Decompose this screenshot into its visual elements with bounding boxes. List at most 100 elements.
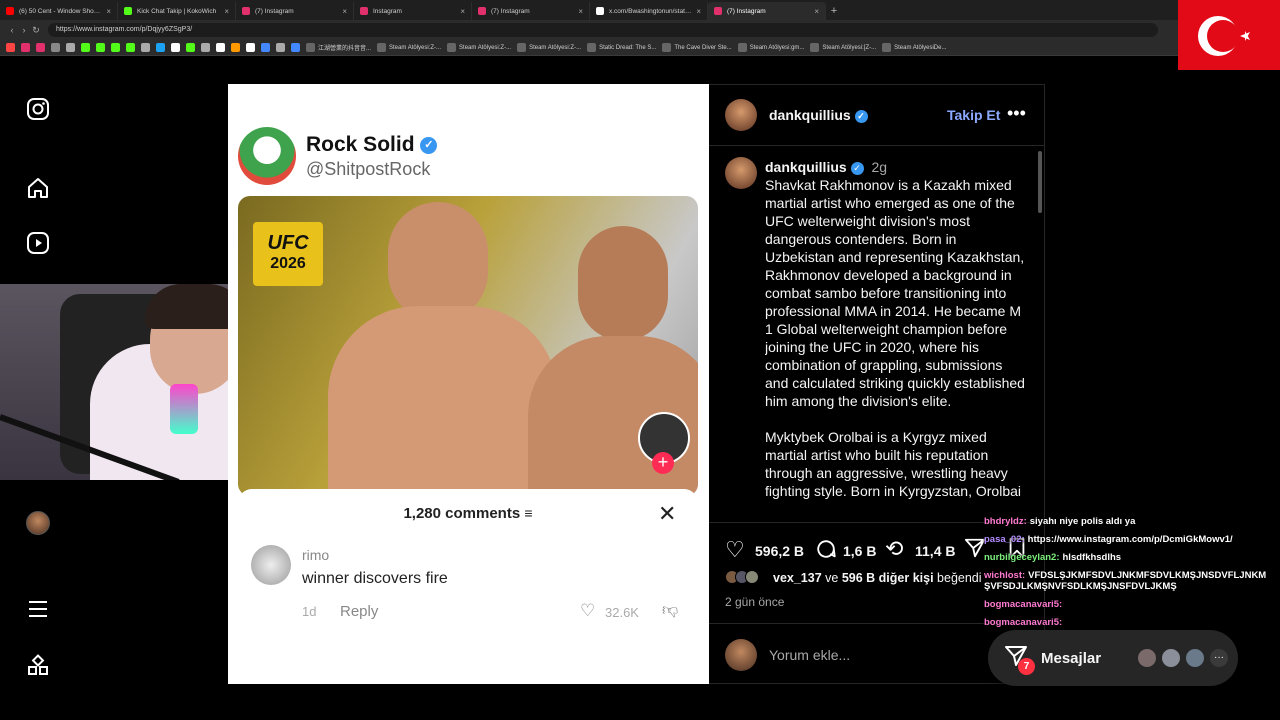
bookmark-item[interactable]: Steam Atölyesi:Z-... — [447, 43, 511, 52]
commenter-avatar[interactable] — [251, 545, 291, 585]
repost-icon[interactable]: ⟲ — [885, 536, 903, 562]
follow-button[interactable]: Takip Et — [947, 107, 1000, 123]
browser-tab[interactable]: (7) Instagram × — [472, 2, 590, 20]
more-options-icon[interactable]: ••• — [1007, 103, 1026, 124]
tab-close-icon[interactable]: × — [696, 7, 701, 16]
tab-close-icon[interactable]: × — [814, 7, 819, 16]
fighter-left-body — [328, 306, 558, 496]
bookmark-favicon-icon — [662, 43, 672, 52]
bookmark-favicon-icon[interactable] — [36, 43, 45, 52]
browser-tab[interactable]: (6) 50 Cent - Window Shopper (Ex... × — [0, 2, 118, 20]
bookmark-favicon-icon[interactable] — [81, 43, 90, 52]
bookmark-favicon-icon[interactable] — [261, 43, 270, 52]
tab-title: Instagram — [373, 7, 402, 15]
bookmark-item[interactable]: Static Dread: The S... — [587, 43, 656, 52]
home-icon[interactable] — [24, 174, 52, 202]
tab-close-icon[interactable]: × — [106, 7, 111, 16]
verified-badge-icon: ✓ — [850, 161, 864, 175]
tab-title: (7) Instagram — [491, 7, 530, 15]
forward-icon[interactable]: › — [18, 25, 30, 35]
bookmark-favicon-icon[interactable] — [156, 43, 165, 52]
messages-badge: 7 — [1018, 658, 1035, 675]
tweet-handle: @ShitpostRock — [306, 159, 431, 179]
bookmark-favicon-icon[interactable] — [291, 43, 300, 52]
caption-avatar[interactable] — [725, 157, 757, 189]
turkish-flag-icon — [1178, 0, 1280, 70]
bookmark-favicon-icon[interactable] — [276, 43, 285, 52]
chat-text: https://www.instagram.com/p/DcmiGkMowv1/ — [1027, 534, 1233, 545]
bookmark-favicon-icon[interactable] — [231, 43, 240, 52]
reload-icon[interactable]: ↻ — [30, 25, 42, 36]
bookmark-item[interactable]: Steam Atölyesi:[Z-... — [810, 43, 876, 52]
like-icon[interactable]: ♡ — [725, 537, 745, 563]
bookmark-favicon-icon[interactable] — [171, 43, 180, 52]
caption-scrollbar[interactable] — [1038, 151, 1042, 213]
bookmark-label: Steam AtölyesiDe... — [894, 44, 947, 51]
back-icon[interactable]: ‹ — [6, 25, 18, 35]
bookmark-favicon-icon — [882, 43, 892, 52]
profile-avatar[interactable] — [24, 509, 52, 537]
bookmark-favicon-icon[interactable] — [51, 43, 60, 52]
bookmark-favicon-icon[interactable] — [111, 43, 120, 52]
chat-message: wichlost: VFDSLŞJKMFSDVLJNKMFSDVLKMŞJNSDV… — [984, 570, 1276, 592]
browser-tab[interactable]: Instagram × — [354, 2, 472, 20]
url-input[interactable]: https://www.instagram.com/p/Dqjyy6ZSgP3/ — [48, 23, 1158, 37]
chat-username: pasa_02: — [984, 534, 1025, 545]
bookmark-label: Steam Atölyesi:Z-... — [459, 44, 512, 51]
browser-tab[interactable]: (7) Instagram × — [708, 2, 826, 20]
tab-close-icon[interactable]: × — [342, 7, 347, 16]
comment-icon[interactable] — [815, 538, 837, 565]
instagram-logo-icon[interactable] — [24, 95, 52, 123]
close-icon[interactable]: ✕ — [658, 501, 676, 527]
messages-button[interactable]: 7 Mesajlar ··· — [988, 630, 1238, 686]
bookmark-favicon-icon — [517, 43, 527, 52]
reels-icon[interactable] — [24, 229, 52, 257]
bookmark-favicon-icon[interactable] — [186, 43, 195, 52]
reply-button[interactable]: Reply — [340, 603, 378, 620]
comment-like-icon[interactable]: ♡ — [580, 601, 595, 621]
bookmark-favicon-icon[interactable] — [6, 43, 15, 52]
browser-tab[interactable]: x.com/Bwashingtonun/status/20f... × — [590, 2, 708, 20]
new-tab-button[interactable]: + — [826, 2, 842, 20]
bookmark-item[interactable]: 江湖營業的抖音音... — [306, 43, 371, 52]
bookmark-favicon-icon[interactable] — [141, 43, 150, 52]
bookmark-favicon-icon — [447, 43, 457, 52]
post-date[interactable]: 2 gün önce — [725, 595, 784, 609]
tab-close-icon[interactable]: × — [224, 7, 229, 16]
liked-by-count[interactable]: 596 B diğer kişi — [842, 571, 934, 585]
add-comment-input[interactable]: Yorum ekle... — [769, 647, 850, 663]
author-avatar[interactable] — [725, 99, 757, 131]
caption-username[interactable]: dankquillius — [765, 159, 847, 175]
bookmark-favicon-icon[interactable] — [21, 43, 30, 52]
bookmark-item[interactable]: Steam Atölyesi:gm... — [737, 43, 805, 52]
follow-plus-icon[interactable]: + — [652, 452, 674, 474]
bookmark-item[interactable]: The Cave Diver Ste... — [662, 43, 732, 52]
bookmark-favicon-icon[interactable] — [66, 43, 75, 52]
bookmark-favicon-icon[interactable] — [246, 43, 255, 52]
commenter-username[interactable]: rimo — [302, 547, 329, 563]
bookmark-item[interactable]: Steam Atölyesi:Z-... — [377, 43, 441, 52]
browser-tab[interactable]: (7) Instagram × — [236, 2, 354, 20]
caption-time: 2g — [871, 159, 888, 175]
tab-title: (6) 50 Cent - Window Shopper (Ex... — [19, 7, 102, 15]
dislike-icon[interactable]: 👎︎ — [662, 601, 678, 620]
bookmark-favicon-icon[interactable] — [96, 43, 105, 52]
fighters-image: UFC 2026 + — [238, 196, 698, 496]
browser-tab[interactable]: Kick Chat Takip | KokoWich × — [118, 2, 236, 20]
liked-by-text: vex_137 ve 596 B diğer kişi beğendi — [773, 571, 982, 585]
bookmark-item[interactable]: Steam AtölyesiDe... — [882, 43, 946, 52]
bookmark-label: Steam Atölyesi:gm... — [749, 44, 805, 51]
bookmark-favicon-icon[interactable] — [201, 43, 210, 52]
tab-close-icon[interactable]: × — [578, 7, 583, 16]
bookmark-favicon-icon[interactable] — [126, 43, 135, 52]
tweet-avatar — [238, 127, 296, 185]
liked-by-user[interactable]: vex_137 — [773, 571, 822, 585]
author-username[interactable]: dankquillius — [769, 107, 851, 123]
more-apps-icon[interactable] — [24, 652, 52, 680]
address-bar-row: ‹ › ↻ https://www.instagram.com/p/Dqjyy6… — [0, 20, 1280, 40]
bookmark-favicon-icon[interactable] — [216, 43, 225, 52]
tab-close-icon[interactable]: × — [460, 7, 465, 16]
bookmark-item[interactable]: Steam Atölyesi:Z-... — [517, 43, 581, 52]
filter-icon[interactable]: ≡ — [524, 505, 532, 521]
menu-icon[interactable] — [24, 595, 52, 623]
